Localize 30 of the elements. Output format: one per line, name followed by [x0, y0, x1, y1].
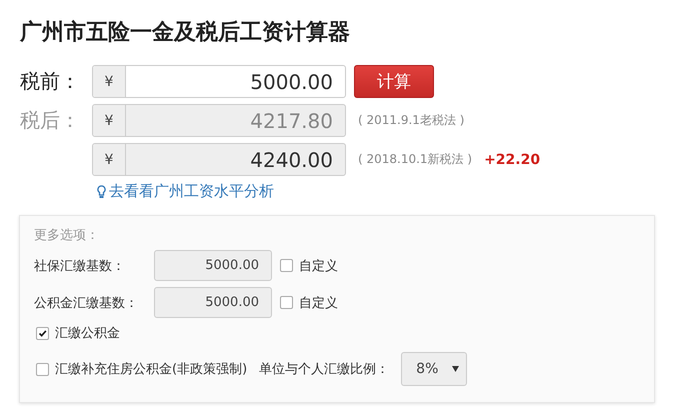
field-label: 社保汇缴基数： [34, 258, 126, 274]
amount-value[interactable]: 5000.00 [126, 66, 345, 97]
field-label: 公积金汇缴基数： [34, 294, 139, 312]
currency-label: ¥ [93, 144, 126, 175]
field-label: 税后： [20, 107, 81, 134]
checkbox[interactable] [36, 362, 49, 376]
currency-label: ¥ [93, 105, 126, 136]
analysis-link[interactable]: 去看看广州工资水平分析 [109, 182, 274, 201]
checkbox[interactable] [280, 296, 293, 309]
input-field[interactable]: 5000.00 [154, 250, 272, 281]
page-title: 广州市五险一金及税后工资计算器 [20, 18, 350, 47]
section-heading: 更多选项： [34, 227, 99, 244]
calculate-button[interactable]: 计算 [354, 65, 434, 98]
currency-label: ¥ [93, 66, 126, 97]
field-label: 税前： [20, 68, 81, 95]
difference-value: +22.20 [484, 152, 540, 168]
checkbox[interactable] [280, 259, 293, 272]
caret-icon [452, 366, 460, 372]
input-field[interactable]: 5000.00 [154, 287, 272, 318]
field-label: 单位与个人汇缴比例： [259, 361, 390, 378]
amount-value[interactable]: 4240.00 [126, 144, 345, 175]
tax-law-note: ( 2011.9.1老税法 ) [358, 112, 464, 129]
checkbox-label: 自定义 [299, 258, 338, 274]
checkbox-label: 汇缴公积金 [55, 325, 120, 342]
tax-law-note: ( 2018.10.1新税法 ) [358, 151, 472, 168]
ratio-dropdown[interactable]: 8% [401, 352, 468, 386]
checkbox-label: 汇缴补充住房公积金(非政策强制) [55, 361, 248, 378]
checkbox-label: 自定义 [299, 294, 338, 312]
checkbox[interactable] [36, 326, 49, 340]
lightbulb-icon [97, 184, 106, 198]
